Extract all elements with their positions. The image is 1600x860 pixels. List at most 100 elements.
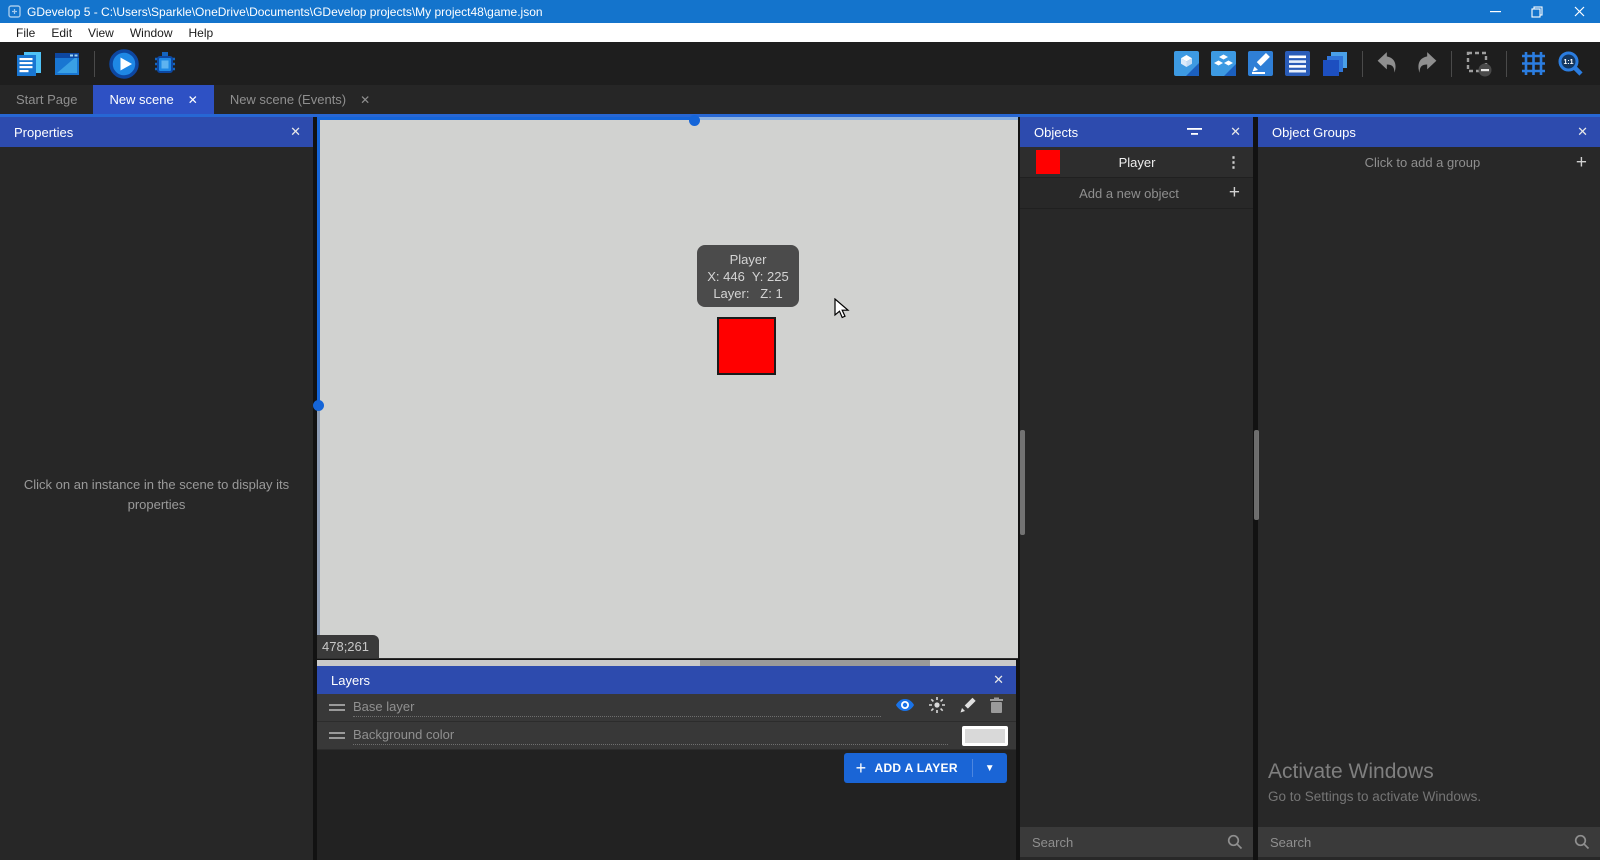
app-logo-icon [8, 5, 21, 18]
window-title: GDevelop 5 - C:\Users\Sparkle\OneDrive\D… [27, 5, 1474, 19]
properties-panel: Properties ✕ Click on an instance in the… [0, 117, 313, 860]
objects-filter-icon[interactable] [1187, 127, 1218, 137]
open-object-groups-panel-button[interactable] [1210, 50, 1237, 77]
add-object-row[interactable]: Add a new object + [1020, 178, 1253, 209]
object-menu-kebab-icon[interactable]: ⋮ [1214, 153, 1253, 171]
toolbar-divider [1451, 51, 1452, 77]
workspace: Properties ✕ Click on an instance in the… [0, 117, 1600, 860]
object-row-player[interactable]: Player ⋮ [1020, 147, 1253, 178]
gdevelop-window: GDevelop 5 - C:\Users\Sparkle\OneDrive\D… [0, 0, 1600, 860]
properties-panel-title: Properties [0, 125, 278, 140]
canvas-left-scrollbar-track[interactable] [317, 405, 320, 658]
menu-file[interactable]: File [8, 26, 43, 40]
layers-panel: Layers ✕ Base layer [317, 666, 1016, 860]
toolbar-divider [94, 51, 95, 77]
background-color-label: Background color [353, 727, 948, 745]
debug-button[interactable] [150, 49, 180, 79]
canvas-top-scrollbar-track[interactable] [317, 117, 694, 120]
object-groups-panel-header: Object Groups ✕ [1258, 117, 1600, 147]
objects-search-bar [1020, 827, 1253, 857]
layers-close-icon[interactable]: ✕ [981, 672, 1016, 688]
open-objects-panel-button[interactable] [1173, 50, 1200, 77]
properties-empty-message: Click on an instance in the scene to dis… [12, 475, 301, 515]
layer-effects-icon[interactable] [928, 696, 946, 719]
windows-activation-watermark: Activate Windows Go to Settings to activ… [1268, 760, 1481, 804]
minimize-button[interactable] [1474, 0, 1516, 23]
close-button[interactable] [1558, 0, 1600, 23]
scene-canvas[interactable]: Player X: 446 Y: 225 Layer: Z: 1 478;261 [317, 117, 1018, 659]
toggle-grid-button[interactable] [1520, 50, 1547, 77]
search-icon [1227, 834, 1243, 850]
menu-window[interactable]: Window [122, 26, 181, 40]
instance-tooltip: Player X: 446 Y: 225 Layer: Z: 1 [697, 245, 799, 307]
tabbar: Start Page New scene ✕ New scene (Events… [0, 85, 1600, 117]
tab-new-scene-events[interactable]: New scene (Events) ✕ [214, 85, 386, 114]
canvas-left-scrollbar-track[interactable] [317, 117, 320, 405]
tab-new-scene[interactable]: New scene ✕ [93, 85, 213, 114]
objects-close-icon[interactable]: ✕ [1218, 124, 1253, 140]
add-group-plus-icon[interactable]: + [1563, 152, 1600, 174]
object-name: Player [1060, 155, 1214, 170]
drag-handle-icon[interactable] [329, 732, 345, 739]
redo-button[interactable] [1412, 51, 1438, 77]
delete-selection-button[interactable] [1465, 50, 1493, 78]
properties-panel-header: Properties ✕ [0, 117, 313, 147]
tooltip-position: X: 446 Y: 225 [697, 268, 799, 285]
menu-help[interactable]: Help [181, 26, 222, 40]
properties-close-icon[interactable]: ✕ [278, 124, 313, 140]
menu-view[interactable]: View [80, 26, 122, 40]
player-object-thumbnail [1036, 150, 1060, 174]
search-icon [1574, 834, 1590, 850]
layer-delete-trash-icon[interactable] [989, 697, 1004, 719]
layer-visibility-eye-icon[interactable] [895, 697, 915, 718]
undo-button[interactable] [1376, 51, 1402, 77]
drag-handle-icon[interactable] [329, 704, 345, 711]
layers-panel-header: Layers ✕ [317, 666, 1016, 694]
add-layer-button[interactable]: + ADD A LAYER ▼ [844, 753, 1007, 783]
canvas-left-scrollbar-thumb[interactable] [313, 400, 324, 411]
objects-panel: Objects ✕ Player ⋮ Add a new object + [1020, 117, 1253, 860]
tooltip-layer: Layer: Z: 1 [697, 285, 799, 302]
background-color-swatch[interactable] [962, 726, 1008, 746]
open-layers-panel-button[interactable] [1321, 50, 1349, 78]
object-groups-panel: Object Groups ✕ Click to add a group + A… [1258, 117, 1600, 860]
add-group-row[interactable]: Click to add a group + [1258, 147, 1600, 178]
menu-edit[interactable]: Edit [43, 26, 80, 40]
groups-scrollbar-thumb[interactable] [1254, 430, 1259, 520]
tab-close-icon[interactable]: ✕ [360, 93, 370, 107]
plus-icon: + [844, 758, 875, 779]
layer-name-field[interactable]: Base layer [353, 699, 881, 717]
cursor-coordinates-badge: 478;261 [317, 635, 379, 658]
edit-scene-properties-button[interactable] [1247, 50, 1274, 77]
titlebar: GDevelop 5 - C:\Users\Sparkle\OneDrive\D… [0, 0, 1600, 23]
player-object-instance[interactable] [717, 317, 776, 375]
chevron-down-icon[interactable]: ▼ [973, 763, 1007, 774]
groups-search-bar [1258, 827, 1600, 857]
tooltip-object-name: Player [697, 251, 799, 268]
layer-row-base-layer[interactable]: Base layer [317, 694, 1016, 722]
canvas-top-scrollbar-track[interactable] [694, 117, 1018, 120]
canvas-top-scrollbar-thumb[interactable] [689, 115, 700, 126]
preview-button[interactable] [108, 48, 140, 80]
objects-panel-title: Objects [1020, 125, 1187, 140]
zoom-reset-button[interactable]: 1:1 [1557, 50, 1585, 78]
restore-button[interactable] [1516, 0, 1558, 23]
object-groups-close-icon[interactable]: ✕ [1565, 124, 1600, 140]
open-instances-list-button[interactable] [1284, 50, 1311, 77]
tab-close-icon[interactable]: ✕ [188, 93, 198, 107]
add-object-plus-icon[interactable]: + [1216, 182, 1253, 204]
groups-search-input[interactable] [1258, 835, 1574, 850]
menubar: File Edit View Window Help [0, 23, 1600, 42]
layer-edit-pencil-icon[interactable] [959, 697, 976, 719]
objects-scrollbar-thumb[interactable] [1020, 430, 1025, 535]
object-groups-panel-title: Object Groups [1258, 125, 1565, 140]
layer-row-background-color[interactable]: Background color [317, 722, 1016, 750]
toolbar-divider [1362, 51, 1363, 77]
toolbar: 1:1 [0, 42, 1600, 85]
toolbar-divider [1506, 51, 1507, 77]
start-page-window-button[interactable] [53, 50, 81, 78]
objects-search-input[interactable] [1020, 835, 1227, 850]
tab-start-page[interactable]: Start Page [0, 85, 93, 114]
project-manager-button[interactable] [15, 50, 43, 78]
layers-panel-title: Layers [317, 673, 981, 688]
